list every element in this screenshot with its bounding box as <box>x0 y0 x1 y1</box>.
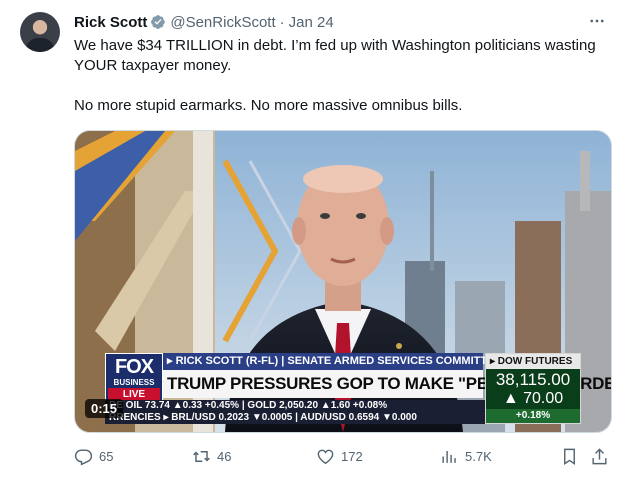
reply-icon <box>74 448 93 466</box>
bookmark-button[interactable] <box>560 444 579 468</box>
share-button[interactable] <box>590 444 609 468</box>
views-icon <box>442 450 456 463</box>
dow-percent: +0.18% <box>486 409 580 423</box>
reply-count: 65 <box>99 448 114 464</box>
avatar[interactable] <box>20 12 60 52</box>
views-button[interactable]: 5.7K <box>440 444 492 468</box>
ticker-row-2: RRENCIES ▸ BRL/USD 0.2023 ▼0.0005 | AUD/… <box>109 412 417 423</box>
tweet-text-line2: No more stupid earmarks. No more massive… <box>74 97 463 114</box>
action-bar: 65 46 172 5.7K <box>74 444 614 468</box>
tweet-date[interactable]: Jan 24 <box>289 14 334 31</box>
dow-value: 38,115.00 <box>495 370 571 389</box>
logo-subtext: BUSINESS <box>113 378 155 387</box>
separator-dot: · <box>279 13 285 31</box>
author-name[interactable]: Rick Scott <box>74 14 147 31</box>
repost-icon <box>193 450 210 462</box>
share-icon <box>592 447 607 464</box>
lower-third-name: ▸ RICK SCOTT (R-FL) | SENATE ARMED SERVI… <box>163 353 502 370</box>
like-icon <box>317 449 334 464</box>
dow-label: ▸ DOW FUTURES <box>486 354 580 369</box>
like-count: 172 <box>341 448 363 464</box>
reply-button[interactable]: 65 <box>74 444 113 468</box>
views-count: 5.7K <box>465 448 492 464</box>
tweet: Rick Scott @SenRickScott · Jan 24 We hav… <box>0 0 624 478</box>
market-ticker: DE OIL 73.74 ▲0.33 +0.45% | GOLD 2,050.2… <box>105 400 485 424</box>
dow-change: ▲ 70.00 <box>502 390 564 407</box>
dow-futures-box: ▸ DOW FUTURES 38,115.00 ▲ 70.00 +0.18% <box>485 353 581 424</box>
repost-count: 46 <box>217 448 232 464</box>
video-timestamp: 0:15 <box>85 399 124 418</box>
ticker-row-1: DE OIL 73.74 ▲0.33 +0.45% | GOLD 2,050.2… <box>109 400 388 411</box>
fox-business-logo: FOX BUSINESS LIVE <box>105 353 163 405</box>
tweet-text-line1: We have $34 TRILLION in debt. I’m fed up… <box>74 37 596 74</box>
tweet-text: We have $34 TRILLION in debt. I’m fed up… <box>74 36 604 116</box>
more-icon[interactable] <box>586 10 608 32</box>
logo-text: FOX <box>114 356 154 378</box>
repost-button[interactable]: 46 <box>192 444 231 468</box>
author-handle[interactable]: @SenRickScott <box>170 14 275 31</box>
tweet-header: Rick Scott @SenRickScott · Jan 24 <box>74 12 334 32</box>
bookmark-icon <box>564 448 575 465</box>
video-player[interactable]: FOX BUSINESS LIVE ▸ RICK SCOTT (R-FL) | … <box>74 130 612 433</box>
chyron-headline: TRUMP PRESSURES GOP TO MAKE "PERFECT" BO… <box>163 370 611 398</box>
verified-badge-icon <box>151 15 166 29</box>
like-button[interactable]: 172 <box>316 444 363 468</box>
